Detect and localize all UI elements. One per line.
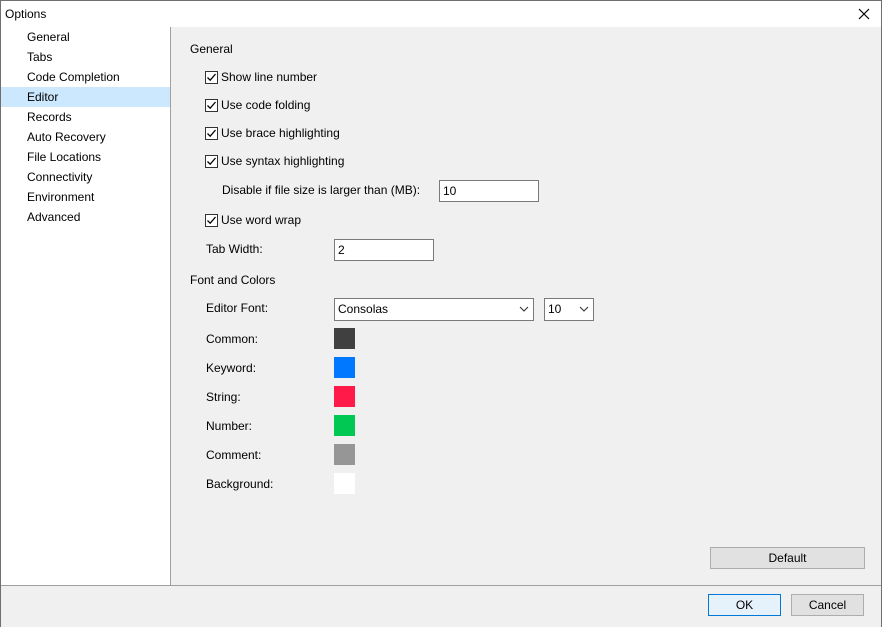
- sidebar-item-environment[interactable]: Environment: [1, 187, 170, 207]
- common-color-swatch[interactable]: [334, 328, 355, 349]
- string-color-label: String:: [206, 390, 241, 404]
- disable-size-label: Disable if file size is larger than (MB)…: [222, 183, 421, 197]
- sidebar-item-records[interactable]: Records: [1, 107, 170, 127]
- cancel-button[interactable]: Cancel: [791, 594, 864, 616]
- checkmark-icon: [207, 216, 216, 224]
- code-folding-option[interactable]: Use code folding: [205, 97, 310, 113]
- code-folding-label: Use code folding: [221, 98, 311, 112]
- keyword-color-label: Keyword:: [206, 361, 257, 375]
- editor-settings-panel: General Show line number Use code foldin…: [171, 27, 881, 585]
- brace-highlighting-checkbox[interactable]: [205, 126, 218, 140]
- sidebar-item-general[interactable]: General: [1, 27, 170, 47]
- code-folding-checkbox[interactable]: [205, 98, 218, 112]
- close-button[interactable]: [847, 1, 881, 27]
- sidebar-item-auto-recovery[interactable]: Auto Recovery: [1, 127, 170, 147]
- editor-font-label: Editor Font:: [206, 301, 269, 315]
- tab-width-input[interactable]: 2: [334, 239, 434, 261]
- checkmark-icon: [207, 157, 216, 165]
- font-size-value: 10: [548, 302, 562, 316]
- options-window: Options General Tabs Code Completion Edi…: [0, 0, 882, 627]
- common-color-label: Common:: [206, 332, 259, 346]
- syntax-highlighting-checkbox[interactable]: [205, 154, 218, 168]
- word-wrap-label: Use word wrap: [221, 213, 302, 227]
- disable-size-input[interactable]: 10: [439, 180, 539, 202]
- brace-highlighting-label: Use brace highlighting: [221, 126, 340, 140]
- background-color-swatch[interactable]: [334, 473, 355, 494]
- number-color-swatch[interactable]: [334, 415, 355, 436]
- show-line-number-checkbox[interactable]: [205, 70, 218, 84]
- comment-color-label: Comment:: [206, 448, 262, 462]
- background-color-label: Background:: [206, 477, 274, 491]
- window-title: Options: [5, 7, 47, 21]
- checkmark-icon: [207, 129, 216, 137]
- editor-font-value: Consolas: [338, 302, 389, 316]
- default-button[interactable]: Default: [710, 547, 865, 569]
- sidebar-item-file-locations[interactable]: File Locations: [1, 147, 170, 167]
- sidebar: General Tabs Code Completion Editor Reco…: [1, 27, 171, 585]
- ok-button[interactable]: OK: [708, 594, 781, 616]
- syntax-highlighting-option[interactable]: Use syntax highlighting: [205, 153, 344, 169]
- sidebar-item-tabs[interactable]: Tabs: [1, 47, 170, 67]
- syntax-highlighting-label: Use syntax highlighting: [221, 154, 345, 168]
- close-icon: [858, 8, 870, 20]
- chevron-down-icon: [579, 306, 589, 312]
- keyword-color-swatch[interactable]: [334, 357, 355, 378]
- font-size-select[interactable]: 10: [544, 298, 594, 321]
- chevron-down-icon: [519, 306, 529, 312]
- title-bar: Options: [1, 1, 881, 27]
- editor-font-select[interactable]: Consolas: [334, 298, 534, 321]
- sidebar-item-connectivity[interactable]: Connectivity: [1, 167, 170, 187]
- show-line-number-option[interactable]: Show line number: [205, 69, 317, 85]
- dialog-button-bar: OK Cancel: [1, 585, 881, 627]
- checkmark-icon: [207, 101, 216, 109]
- font-colors-heading: Font and Colors: [190, 273, 276, 287]
- sidebar-item-code-completion[interactable]: Code Completion: [1, 67, 170, 87]
- sidebar-item-advanced[interactable]: Advanced: [1, 207, 170, 227]
- show-line-number-label: Show line number: [221, 70, 318, 84]
- brace-highlighting-option[interactable]: Use brace highlighting: [205, 125, 340, 141]
- checkmark-icon: [207, 73, 216, 81]
- tab-width-label: Tab Width:: [206, 242, 263, 256]
- sidebar-item-editor[interactable]: Editor: [1, 87, 170, 107]
- general-heading: General: [190, 42, 233, 56]
- number-color-label: Number:: [206, 419, 253, 433]
- string-color-swatch[interactable]: [334, 386, 355, 407]
- word-wrap-option[interactable]: Use word wrap: [205, 212, 301, 228]
- word-wrap-checkbox[interactable]: [205, 213, 218, 227]
- comment-color-swatch[interactable]: [334, 444, 355, 465]
